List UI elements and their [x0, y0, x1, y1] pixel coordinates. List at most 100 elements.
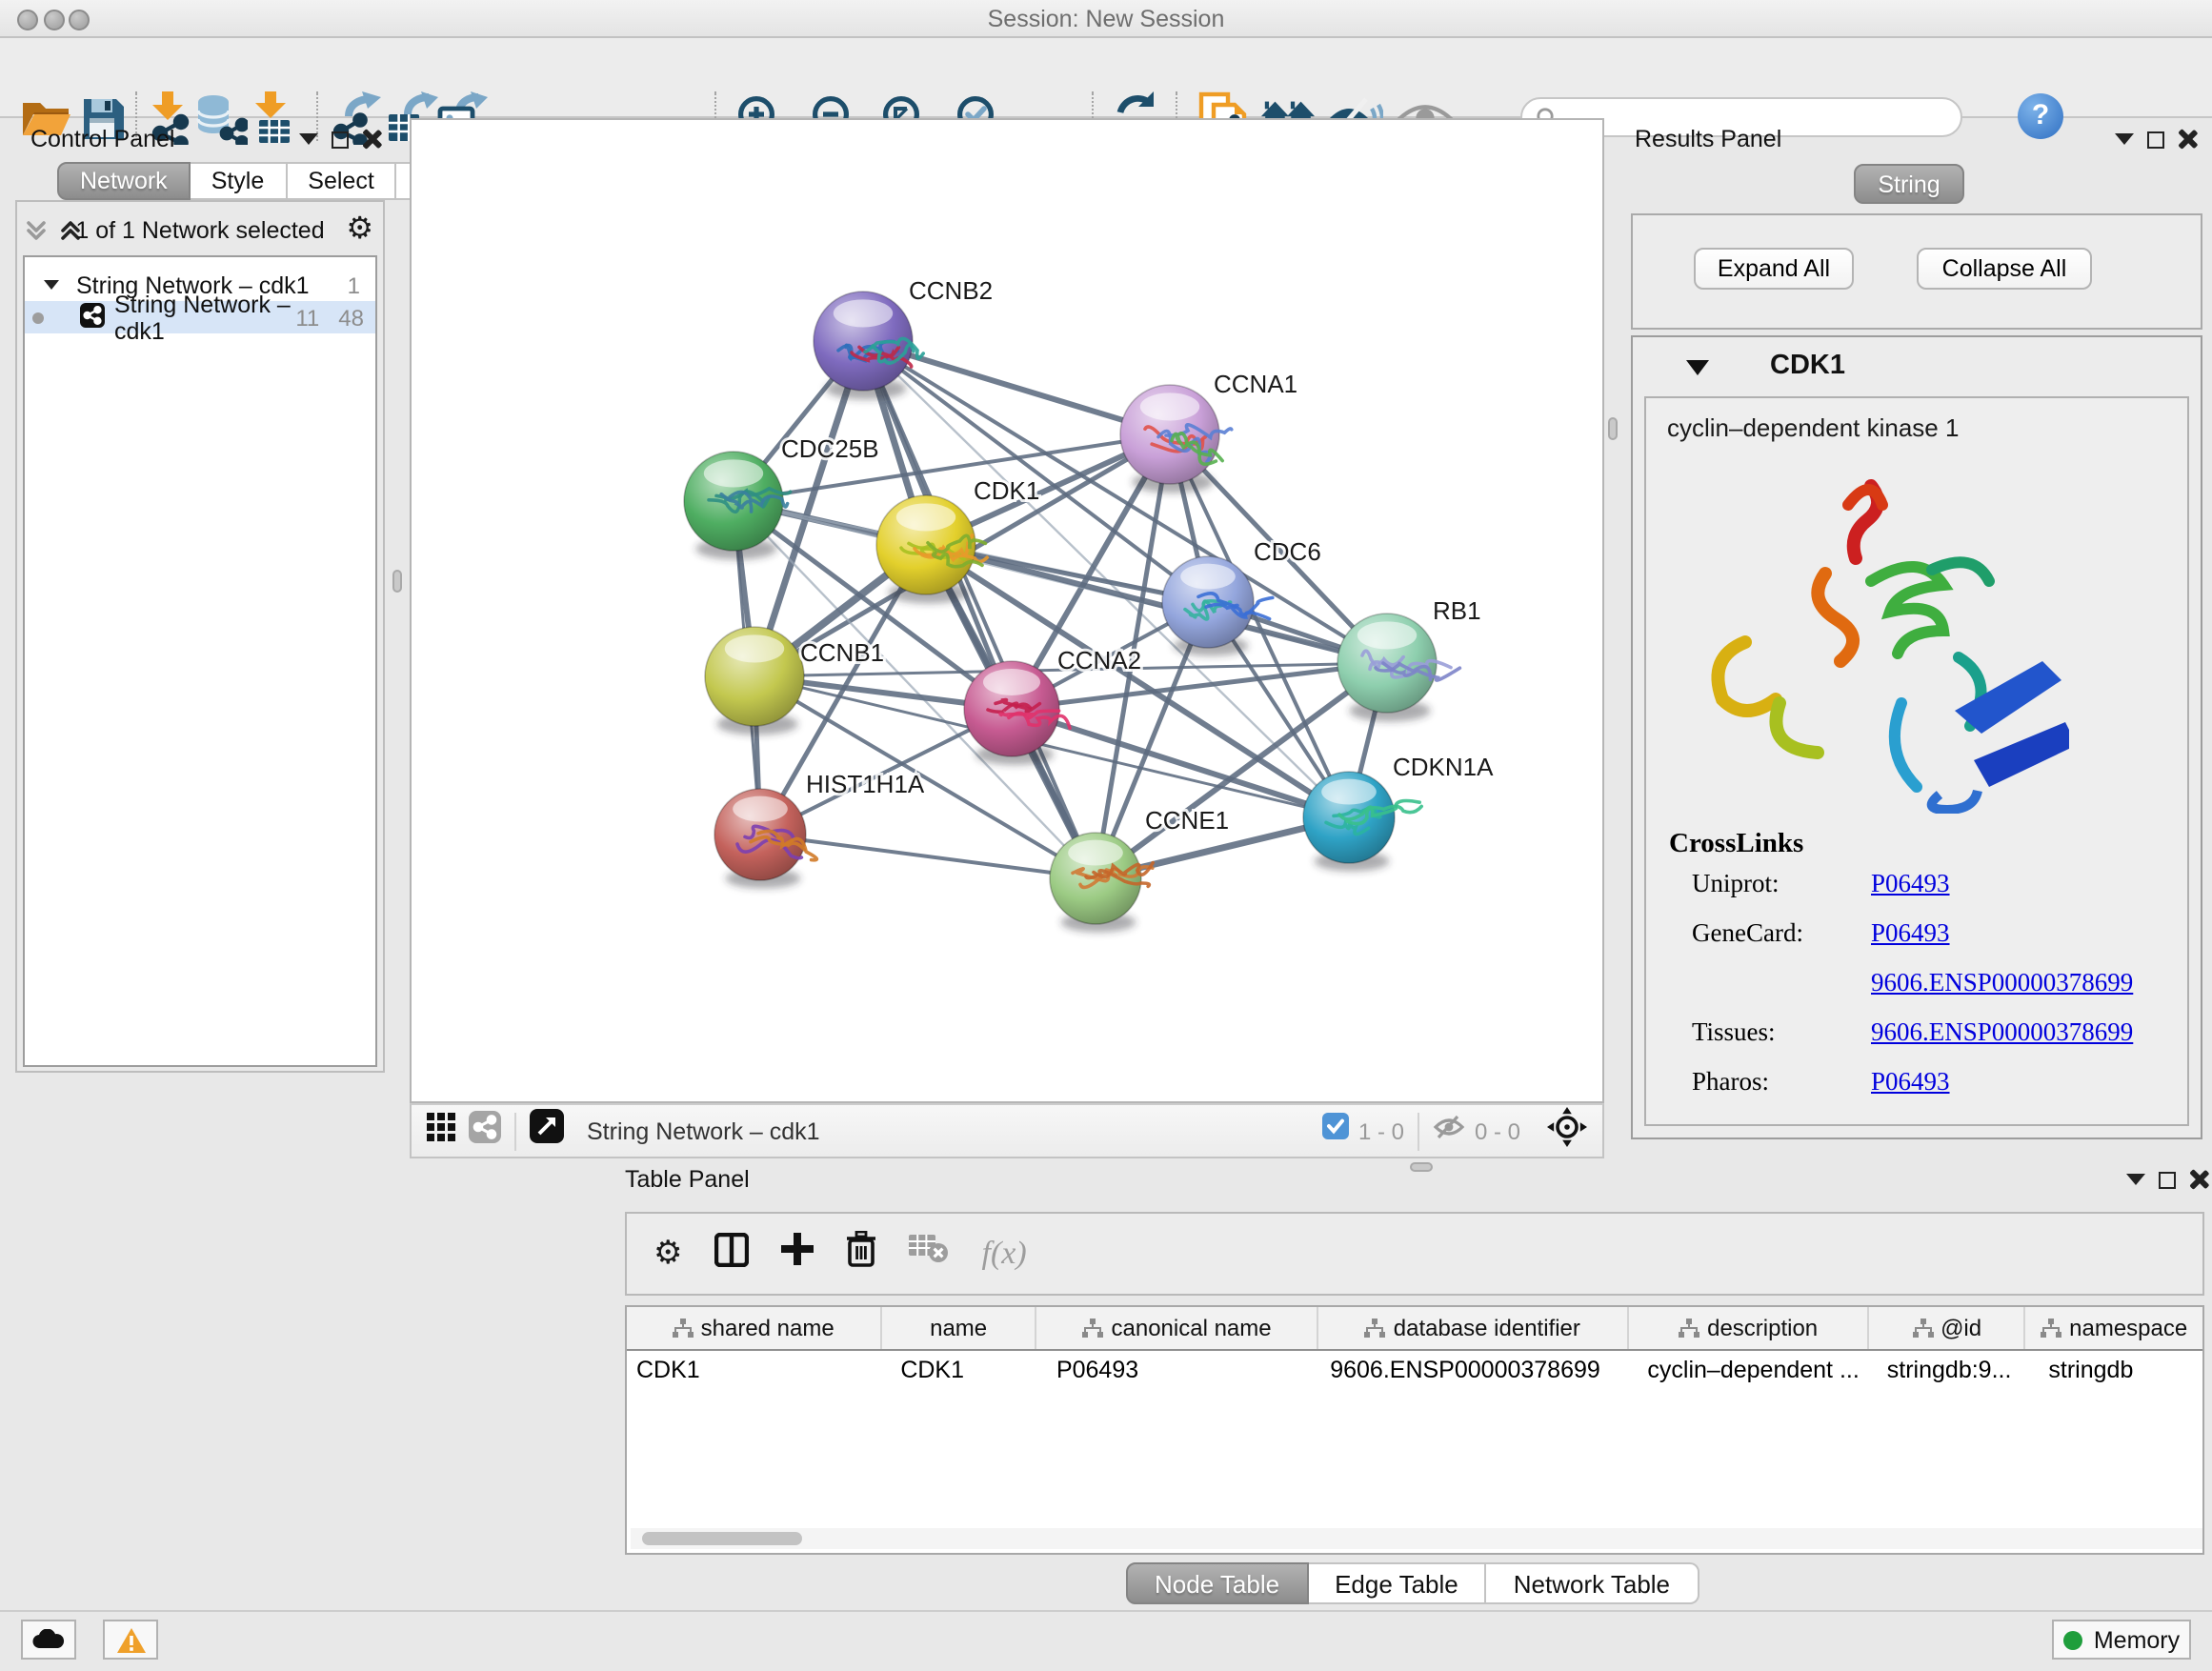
node-label: CCNE1: [1145, 806, 1229, 835]
network-options-gear-icon[interactable]: ⚙: [346, 210, 373, 248]
tab-string[interactable]: String: [1854, 164, 1964, 204]
cloud-button[interactable]: [21, 1620, 76, 1660]
network-node-count: 11: [295, 304, 319, 331]
memory-button[interactable]: Memory: [2052, 1620, 2191, 1660]
table-toolbar: ⚙ f(x): [625, 1212, 2204, 1296]
network-row-selected[interactable]: String Network – cdk1 11 48: [25, 301, 375, 333]
cell-shared-name[interactable]: CDK1: [627, 1356, 881, 1382]
hidden-count: 0 - 0: [1475, 1117, 1520, 1144]
splitter-handle-left[interactable]: [392, 570, 402, 593]
column-header-namespace[interactable]: namespace: [2025, 1307, 2202, 1349]
function-builder-icon[interactable]: f(x): [982, 1235, 1027, 1273]
network-node-CDKN1A[interactable]: CDKN1A: [1303, 753, 1494, 872]
column-header-database-identifier[interactable]: database identifier: [1318, 1307, 1628, 1349]
panel-close-icon[interactable]: [362, 130, 381, 149]
title-bar: Session: New Session: [0, 0, 2212, 38]
column-type-icon: [1679, 1319, 1699, 1338]
show-columns-icon[interactable]: [715, 1232, 750, 1276]
birds-eye-view-icon[interactable]: [530, 1109, 564, 1153]
add-column-icon[interactable]: [782, 1233, 814, 1275]
panel-float-icon[interactable]: [2126, 1174, 2145, 1185]
network-canvas[interactable]: CCNB2CCNA1CDC25BCDK1CDC6RB1CCNB1CCNA2CDK…: [410, 118, 1604, 1103]
scrollbar-thumb[interactable]: [642, 1532, 802, 1545]
entry-name: CDK1: [1770, 351, 1845, 381]
node-label: CCNA1: [1214, 370, 1297, 398]
warning-icon: [115, 1626, 146, 1653]
panel-maximize-icon[interactable]: [2147, 131, 2164, 148]
cell-description[interactable]: cyclin–dependent ...: [1628, 1356, 1869, 1382]
cell-database-identifier[interactable]: 9606.ENSP00000378699: [1318, 1356, 1628, 1382]
column-header-description[interactable]: description: [1628, 1307, 1869, 1349]
tab-style[interactable]: Style: [191, 162, 288, 200]
delete-column-icon[interactable]: [847, 1231, 877, 1277]
crosslink-pharos-link[interactable]: P06493: [1871, 1067, 1950, 1097]
column-type-icon: [2041, 1319, 2061, 1338]
panel-close-icon[interactable]: [2189, 1170, 2208, 1189]
string-network-badge-icon[interactable]: [469, 1110, 501, 1152]
cell-namespace[interactable]: stringdb: [2025, 1356, 2202, 1382]
panel-close-icon[interactable]: [2178, 130, 2197, 149]
crosslink-tissues-link[interactable]: 9606.ENSP00000378699: [1871, 1017, 2133, 1048]
network-node-CDC25B[interactable]: CDC25B: [684, 434, 879, 559]
selected-checkbox-icon[interactable]: [1322, 1113, 1349, 1149]
node-label: CDC6: [1254, 537, 1321, 566]
grid-view-icon[interactable]: [427, 1112, 455, 1150]
results-panel: Results Panel String Expand All Collapse…: [1621, 118, 2212, 1147]
node-label: CDKN1A: [1393, 753, 1494, 781]
node-label: CDC25B: [781, 434, 879, 463]
network-selection-status: 1 of 1 Network selected: [8, 217, 392, 244]
crosslink-genecard-link[interactable]: P06493: [1871, 918, 1950, 949]
column-type-icon: [1912, 1319, 1933, 1338]
network-node-CDK1[interactable]: CDK1: [876, 476, 1039, 603]
memory-label: Memory: [2094, 1626, 2180, 1653]
network-edge-count: 48: [338, 304, 364, 331]
crosslink-compartments-link[interactable]: 9606.ENSP00000378699: [1871, 968, 2133, 998]
results-panel-title: Results Panel: [1635, 126, 1781, 152]
network-node-RB1[interactable]: RB1: [1337, 596, 1481, 721]
fit-selected-crosshair-icon[interactable]: [1547, 1106, 1587, 1156]
panel-maximize-icon[interactable]: [2159, 1171, 2176, 1188]
network-current-indicator: [32, 312, 44, 323]
horizontal-scrollbar[interactable]: [631, 1528, 2202, 1549]
column-header-shared-name[interactable]: shared name: [627, 1307, 881, 1349]
tree-expander-icon[interactable]: [44, 280, 59, 290]
tab-network-table[interactable]: Network Table: [1487, 1562, 1699, 1604]
cell-id[interactable]: stringdb:9...: [1870, 1356, 2026, 1382]
string-app-icon: [80, 302, 105, 332]
column-header-name[interactable]: name: [881, 1307, 1037, 1349]
table-row[interactable]: CDK1 CDK1 P06493 9606.ENSP00000378699 cy…: [627, 1351, 2202, 1387]
node-label: CCNB2: [909, 276, 993, 305]
table-panel: Table Panel ⚙ f(x): [621, 1158, 2212, 1610]
node-label: CCNB1: [800, 638, 884, 667]
column-header-id[interactable]: @id: [1870, 1307, 2026, 1349]
node-label: HIST1H1A: [806, 770, 925, 798]
network-node-CCNE1[interactable]: CCNE1: [1050, 806, 1229, 933]
table-header-row: shared name name canonical name database…: [627, 1307, 2202, 1351]
tab-network[interactable]: Network: [57, 162, 191, 200]
tab-node-table[interactable]: Node Table: [1126, 1562, 1308, 1604]
splitter-handle-right[interactable]: [1608, 417, 1618, 440]
crosslink-uniprot-link[interactable]: P06493: [1871, 869, 1950, 899]
panel-float-icon[interactable]: [2115, 133, 2134, 145]
expand-all-button[interactable]: Expand All: [1694, 248, 1854, 290]
window-title: Session: New Session: [0, 6, 2212, 32]
entry-collapse-icon[interactable]: [1686, 360, 1709, 375]
collapse-all-button[interactable]: Collapse All: [1917, 248, 2092, 290]
warnings-button[interactable]: [103, 1620, 158, 1660]
crosslink-label: Pharos:: [1692, 1067, 1769, 1097]
hidden-eye-icon[interactable]: [1433, 1114, 1465, 1148]
crosslink-label: GeneCard:: [1692, 918, 1803, 949]
cell-name[interactable]: CDK1: [881, 1356, 1037, 1382]
cell-canonical-name[interactable]: P06493: [1037, 1356, 1318, 1382]
tab-select[interactable]: Select: [287, 162, 397, 200]
delete-table-icon[interactable]: [910, 1235, 950, 1273]
panel-maximize-icon[interactable]: [332, 131, 349, 148]
node-label: CDK1: [974, 476, 1039, 505]
column-header-canonical-name[interactable]: canonical name: [1037, 1307, 1318, 1349]
crosslink-label: Uniprot:: [1692, 869, 1780, 899]
panel-float-icon[interactable]: [299, 133, 318, 145]
tab-edge-table[interactable]: Edge Table: [1308, 1562, 1487, 1604]
table-options-gear-icon[interactable]: ⚙: [654, 1235, 683, 1273]
network-node-HIST1H1A[interactable]: HIST1H1A: [714, 770, 925, 889]
network-edge[interactable]: [760, 835, 1096, 878]
